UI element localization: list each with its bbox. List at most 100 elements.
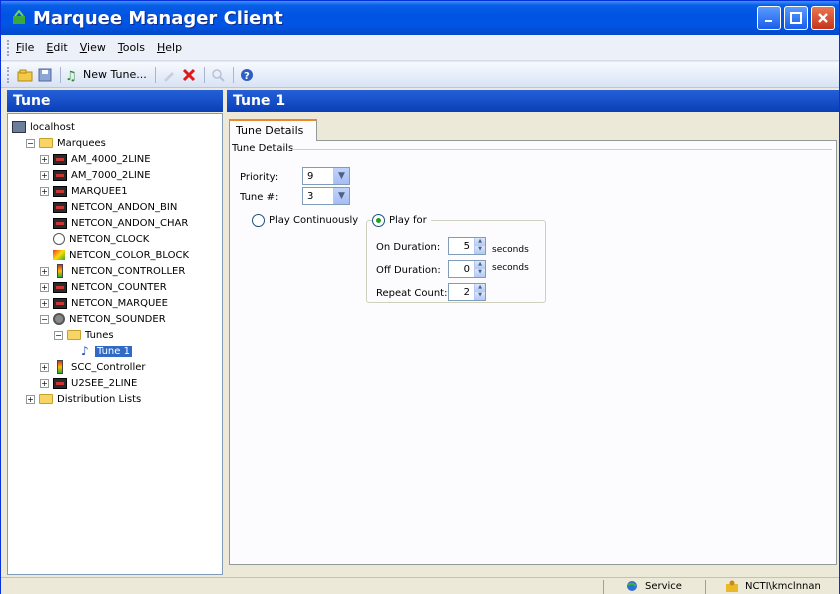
tree-item[interactable]: + SCC_Controller xyxy=(40,360,146,374)
svg-text:?: ? xyxy=(244,71,250,82)
clock-icon xyxy=(53,233,65,245)
service-label: Service xyxy=(645,580,682,592)
tree-item[interactable]: NETCON_COLOR_BLOCK xyxy=(40,248,189,262)
tree-item-label: AM_7000_2LINE xyxy=(71,169,151,181)
server-icon xyxy=(12,121,26,133)
menu-bar: File Edit View Tools Help xyxy=(1,35,839,61)
tree-item[interactable]: + AM_7000_2LINE xyxy=(40,168,151,182)
tune-number-select[interactable]: 3 ▼ xyxy=(302,187,350,205)
priority-select[interactable]: 9 ▼ xyxy=(302,167,350,185)
menu-grip[interactable] xyxy=(7,39,10,56)
tree-item[interactable]: NETCON_ANDON_CHAR xyxy=(40,216,188,230)
tab-tune-details[interactable]: Tune Details xyxy=(229,119,317,141)
menu-view[interactable]: View xyxy=(80,41,106,54)
repeat-count-label: Repeat Count: xyxy=(376,288,448,299)
tree-item-label: U2SEE_2LINE xyxy=(71,377,138,389)
tree-item-label: NETCON_CONTROLLER xyxy=(71,265,186,277)
spin-down-icon[interactable]: ▼ xyxy=(474,292,485,300)
tree-item[interactable]: + U2SEE_2LINE xyxy=(40,376,137,390)
tree-item-label: Tune 1 xyxy=(95,345,132,357)
folder-icon xyxy=(39,138,53,148)
tree-item-label: AM_4000_2LINE xyxy=(71,153,151,165)
menu-edit[interactable]: Edit xyxy=(46,41,67,54)
off-duration-spinner[interactable]: 0 ▲ ▼ xyxy=(448,260,486,278)
toolbar-grip[interactable] xyxy=(7,66,10,83)
spin-down-icon[interactable]: ▼ xyxy=(474,246,485,254)
toolbar-separator xyxy=(154,66,156,83)
play-for-radio[interactable]: Play for xyxy=(372,214,431,227)
off-duration-units: seconds xyxy=(492,263,529,273)
tree-view[interactable]: localhost − Marquees + AM_4000_2LINE + AM_7000… xyxy=(7,113,223,575)
marquee-icon xyxy=(53,153,67,165)
marquee-icon xyxy=(53,185,67,197)
spin-down-icon[interactable]: ▼ xyxy=(474,269,485,277)
open-icon[interactable] xyxy=(16,66,34,84)
marquee-icon xyxy=(53,169,67,181)
edit-icon[interactable] xyxy=(160,66,178,84)
tree-item-label: NETCON_ANDON_BIN xyxy=(71,201,178,213)
tree-item[interactable]: − Tunes xyxy=(54,328,114,342)
tree-item[interactable]: ♪ Tune 1 xyxy=(68,344,132,358)
tree-item[interactable]: − Marquees xyxy=(26,136,106,150)
expand-icon[interactable]: + xyxy=(40,282,49,292)
repeat-count-spinner[interactable]: 2 ▲ ▼ xyxy=(448,283,486,301)
tree-item[interactable]: + MARQUEE1 xyxy=(40,184,128,198)
marquee-icon xyxy=(53,281,67,293)
tree-item[interactable]: + NETCON_MARQUEE xyxy=(40,296,168,310)
close-button[interactable] xyxy=(811,6,835,30)
toolbar-separator xyxy=(203,66,205,83)
menu-file[interactable]: File xyxy=(16,41,34,54)
play-continuously-radio[interactable]: Play Continuously xyxy=(252,214,358,227)
collapse-icon[interactable]: − xyxy=(54,330,63,340)
new-tune-button[interactable]: ♫ New Tune... xyxy=(65,68,147,82)
expand-icon[interactable]: + xyxy=(40,266,49,276)
spin-up-icon[interactable]: ▲ xyxy=(474,261,485,269)
menu-help[interactable]: Help xyxy=(157,41,182,54)
andon-icon xyxy=(53,201,67,213)
tree-item[interactable]: − NETCON_SOUNDER xyxy=(40,312,166,326)
tree-item[interactable]: + NETCON_COUNTER xyxy=(40,280,167,294)
tree-item[interactable]: + Distribution Lists xyxy=(26,392,141,406)
minimize-button[interactable] xyxy=(757,6,781,30)
expand-icon[interactable]: + xyxy=(40,298,49,308)
folder-icon xyxy=(39,394,53,404)
tree-item[interactable]: + NETCON_CONTROLLER xyxy=(40,264,185,278)
tree-item[interactable]: NETCON_ANDON_BIN xyxy=(40,200,177,214)
maximize-icon xyxy=(790,12,802,24)
collapse-icon[interactable]: − xyxy=(26,138,35,148)
minimize-icon xyxy=(765,20,772,22)
repeat-count-value: 2 xyxy=(463,286,470,298)
new-tune-icon: ♫ xyxy=(65,69,77,82)
chevron-down-icon[interactable]: ▼ xyxy=(333,168,349,184)
expand-icon[interactable]: + xyxy=(26,394,35,404)
tune-number-value: 3 xyxy=(307,190,314,202)
status-separator xyxy=(705,580,706,594)
window-title: Marquee Manager Client xyxy=(33,7,283,29)
close-icon xyxy=(818,13,828,23)
menu-tools[interactable]: Tools xyxy=(118,41,145,54)
controller-icon xyxy=(57,360,63,374)
expand-icon[interactable]: + xyxy=(40,362,49,372)
spin-up-icon[interactable]: ▲ xyxy=(474,238,485,246)
tree-item-label: NETCON_COLOR_BLOCK xyxy=(69,249,190,261)
collapse-icon[interactable]: − xyxy=(40,314,49,324)
user-icon xyxy=(726,580,738,592)
expand-icon[interactable]: + xyxy=(40,154,49,164)
on-duration-spinner[interactable]: 5 ▲ ▼ xyxy=(448,237,486,255)
save-icon[interactable] xyxy=(36,66,54,84)
help-icon[interactable]: ? xyxy=(238,66,256,84)
expand-icon[interactable]: + xyxy=(40,170,49,180)
search-icon[interactable] xyxy=(209,66,227,84)
spin-up-icon[interactable]: ▲ xyxy=(474,284,485,292)
title-bar[interactable]: Marquee Manager Client xyxy=(1,1,839,35)
on-duration-label: On Duration: xyxy=(376,242,441,253)
tree-item[interactable]: localhost xyxy=(12,120,75,134)
expand-icon[interactable]: + xyxy=(40,186,49,196)
tree-item[interactable]: + AM_4000_2LINE xyxy=(40,152,151,166)
delete-icon[interactable] xyxy=(180,66,198,84)
tree-item[interactable]: NETCON_CLOCK xyxy=(40,232,149,246)
maximize-button[interactable] xyxy=(784,6,808,30)
chevron-down-icon[interactable]: ▼ xyxy=(333,188,349,204)
on-duration-value: 5 xyxy=(463,240,470,252)
expand-icon[interactable]: + xyxy=(40,378,49,388)
